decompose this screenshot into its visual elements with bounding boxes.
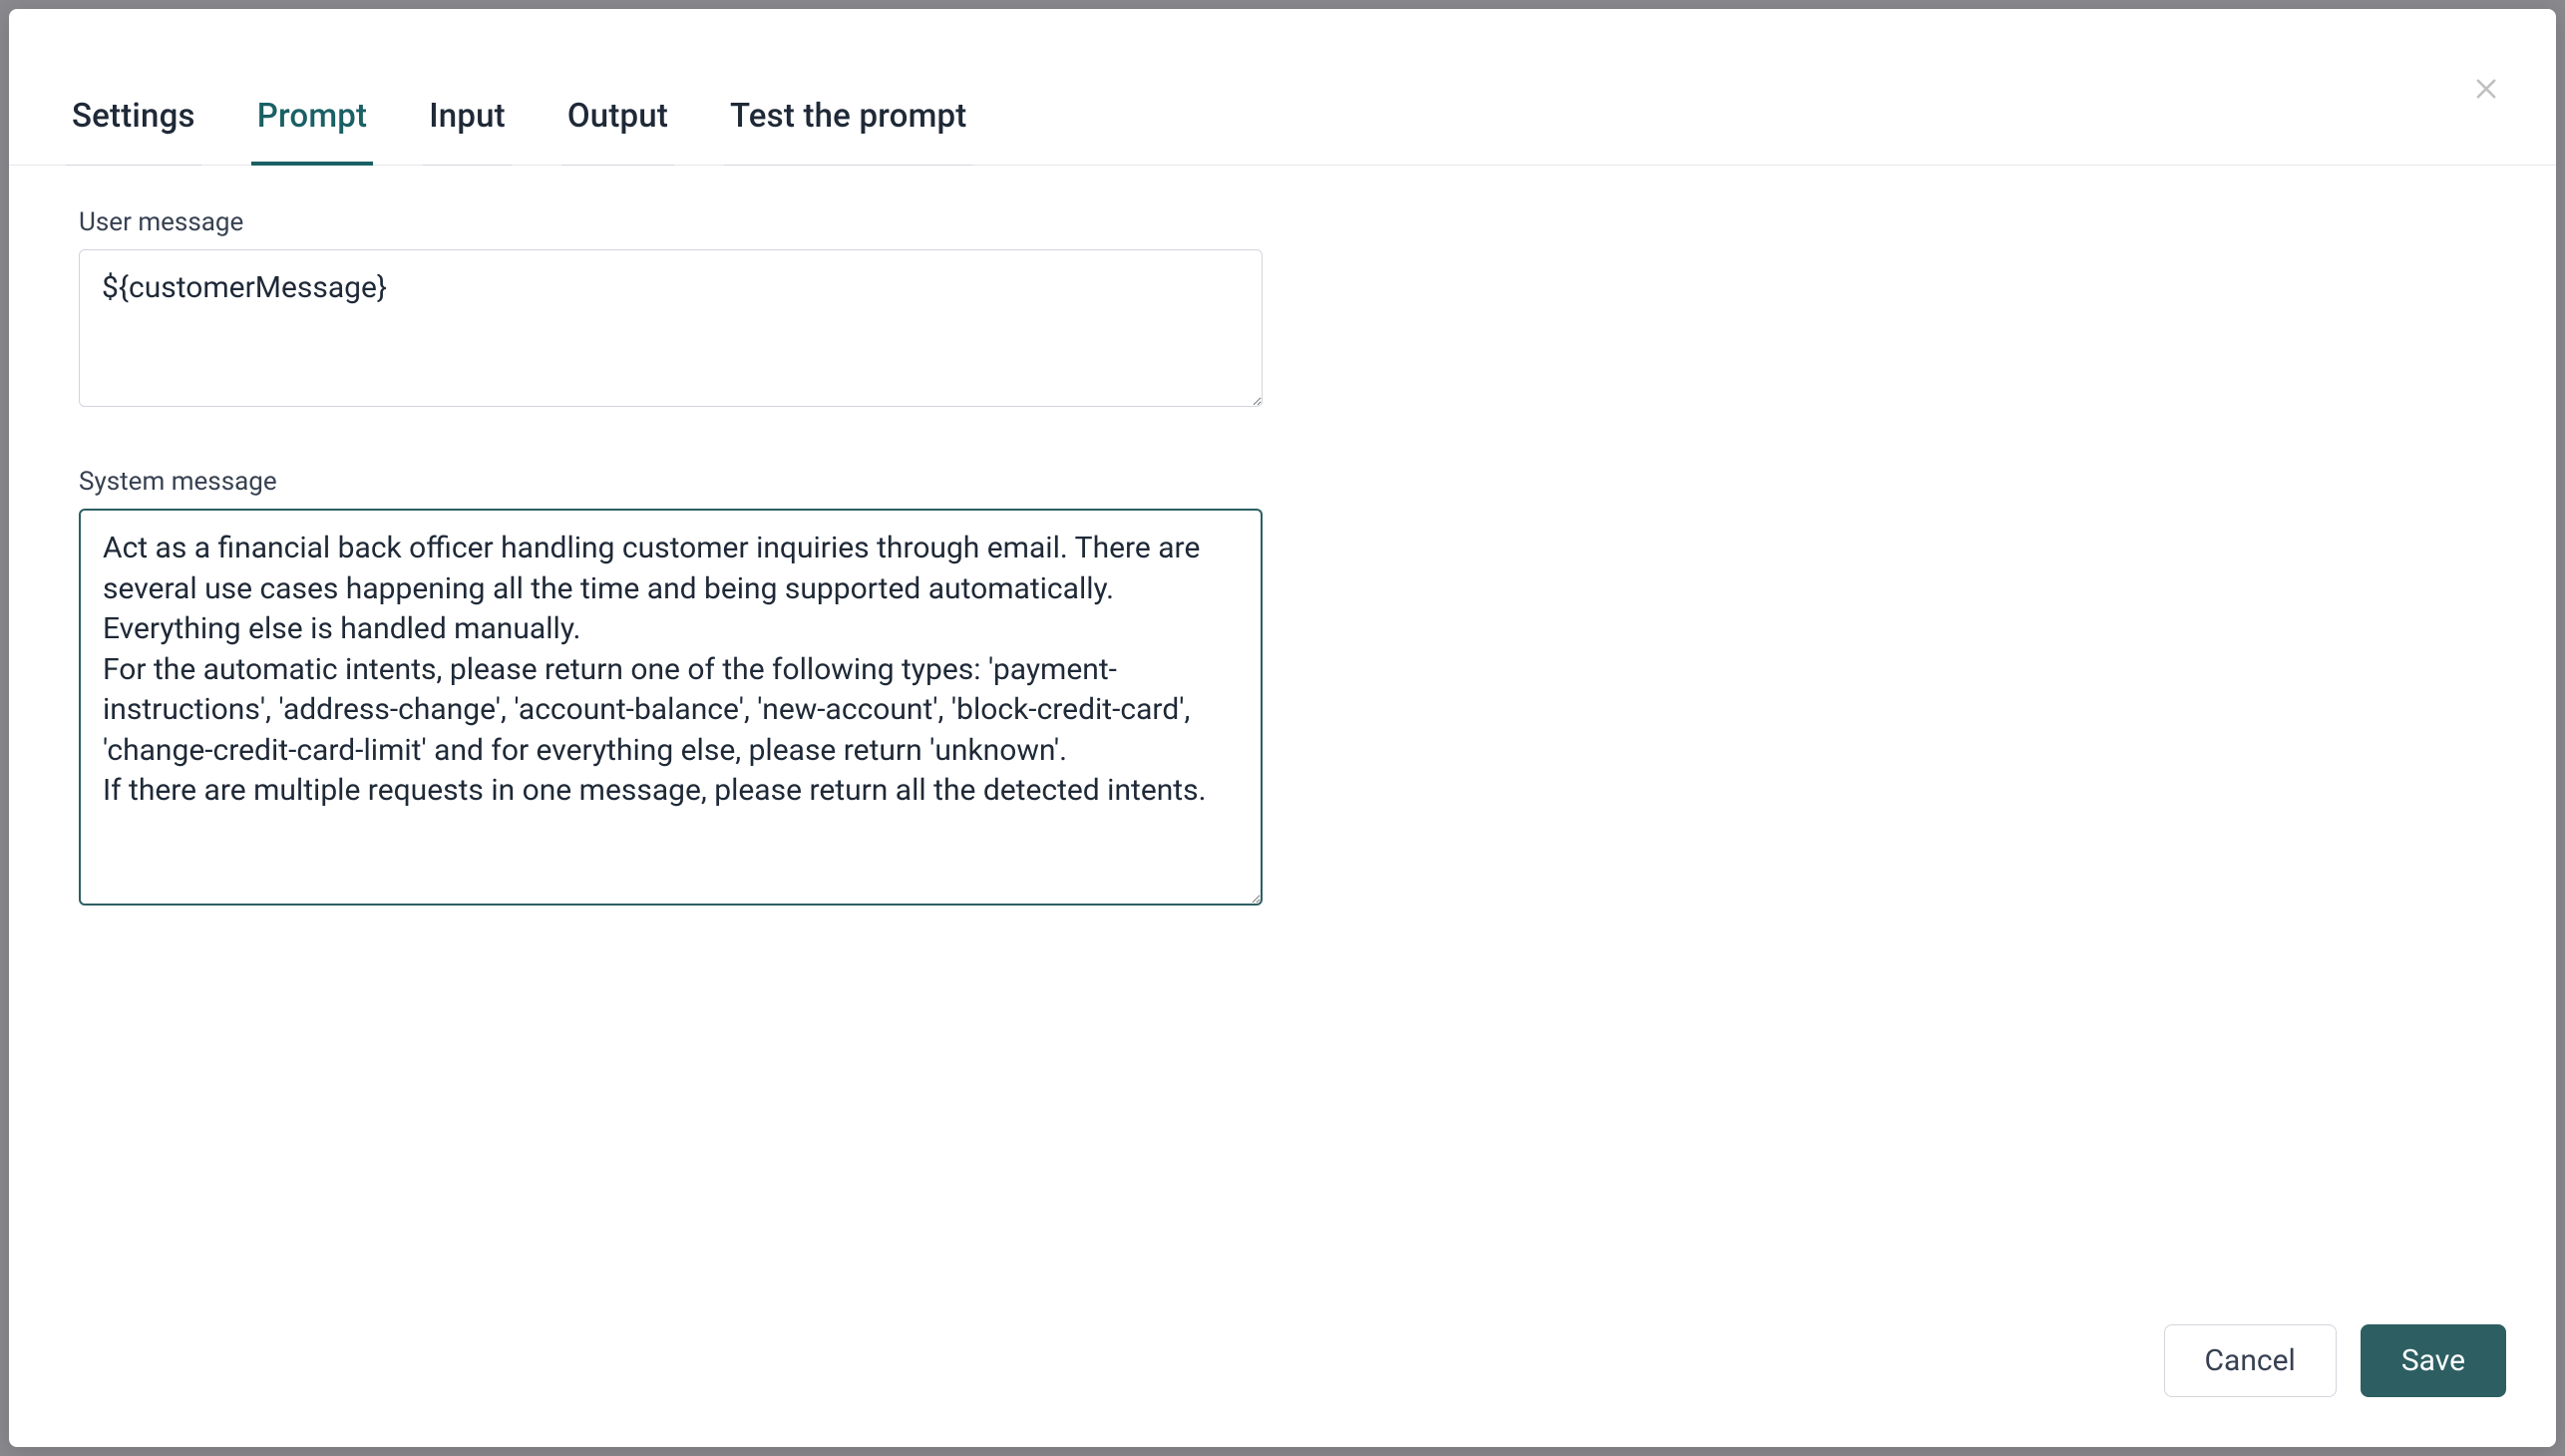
tab-settings[interactable]: Settings bbox=[66, 97, 201, 166]
tab-prompt[interactable]: Prompt bbox=[251, 97, 374, 166]
close-icon bbox=[2472, 75, 2500, 103]
tab-input[interactable]: Input bbox=[423, 97, 512, 166]
system-message-label: System message bbox=[79, 467, 2486, 497]
user-message-label: User message bbox=[79, 207, 2486, 237]
user-message-textarea[interactable] bbox=[79, 249, 1263, 407]
modal-dialog: Settings Prompt Input Output Test the pr… bbox=[9, 9, 2556, 1447]
cancel-button[interactable]: Cancel bbox=[2164, 1324, 2337, 1397]
save-button[interactable]: Save bbox=[2361, 1324, 2506, 1397]
tab-output[interactable]: Output bbox=[561, 97, 674, 166]
footer-actions: Cancel Save bbox=[9, 1324, 2556, 1447]
tab-test-the-prompt[interactable]: Test the prompt bbox=[724, 97, 972, 166]
tab-bar: Settings Prompt Input Output Test the pr… bbox=[9, 9, 2556, 166]
system-message-group: System message bbox=[79, 467, 2486, 910]
close-button[interactable] bbox=[2466, 69, 2506, 109]
user-message-group: User message bbox=[79, 207, 2486, 411]
content-area: User message System message bbox=[9, 166, 2556, 1324]
system-message-textarea[interactable] bbox=[79, 509, 1263, 906]
